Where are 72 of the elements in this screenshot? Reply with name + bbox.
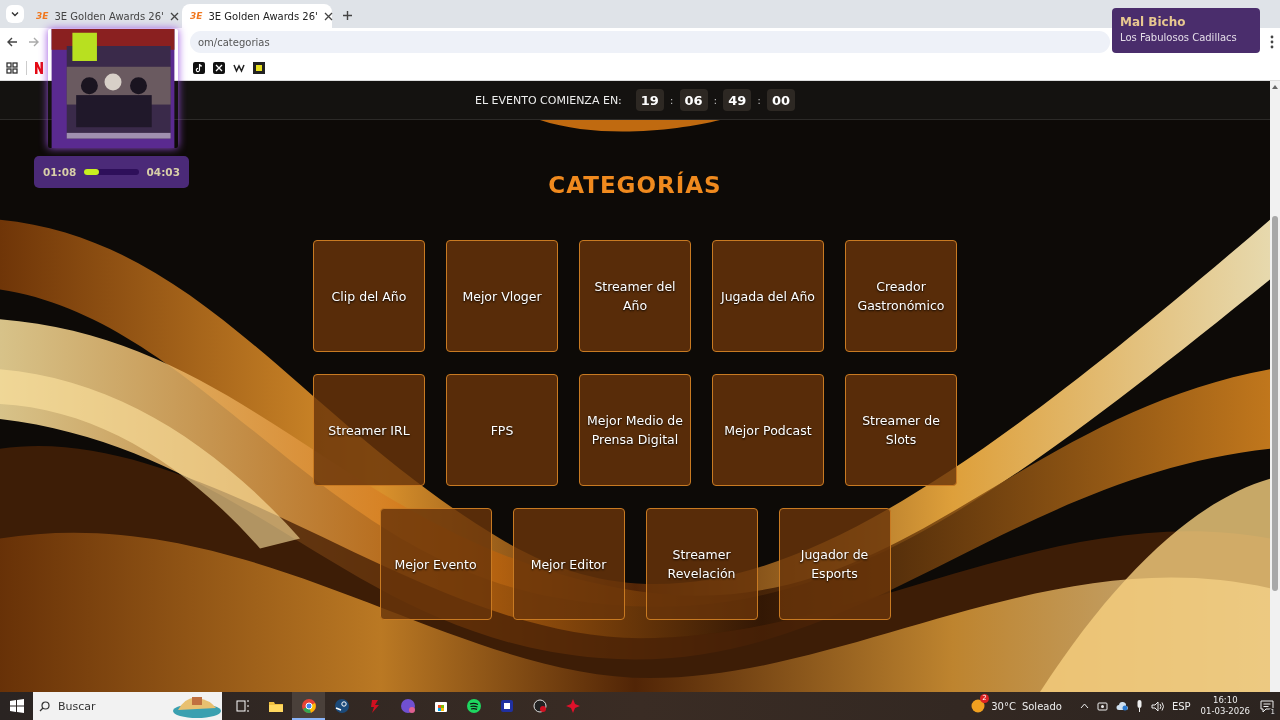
time-separator: : <box>757 93 761 107</box>
chevron-up-icon[interactable] <box>1079 703 1089 709</box>
scrollbar-thumb[interactable] <box>1272 216 1278 591</box>
apps-grid-icon[interactable] <box>6 62 18 74</box>
category-card[interactable]: Streamer Revelación <box>645 508 758 620</box>
tab-favicon: 3E <box>36 11 49 21</box>
category-card[interactable]: Creador Gastronómico <box>845 240 957 352</box>
elapsed-time: 01:08 <box>43 166 77 178</box>
category-card[interactable]: Clip del Año <box>313 240 425 352</box>
store-icon <box>433 699 448 713</box>
square-bookmark-icon[interactable] <box>253 62 265 74</box>
camera-icon[interactable] <box>1096 700 1108 712</box>
countdown-label: EL EVENTO COMIENZA EN: <box>475 93 622 107</box>
notification-icon[interactable] <box>1260 699 1274 713</box>
progress-track[interactable] <box>84 169 139 175</box>
bookmark-icon[interactable] <box>35 62 43 74</box>
language-indicator[interactable]: ESP <box>1171 700 1191 712</box>
launcher-icon <box>499 699 514 713</box>
address-bar[interactable]: om/categorias <box>190 31 1110 53</box>
artist-name: Los Fabulosos Cadillacs <box>1120 32 1238 43</box>
time-separator: : <box>713 93 718 107</box>
category-card[interactable]: Jugador de Esports <box>778 508 891 620</box>
note-bookmark-icon[interactable] <box>193 62 205 74</box>
category-card[interactable]: Mejor Vloger <box>446 240 558 352</box>
countdown-digits: 00 <box>767 89 795 111</box>
chevron-down-icon <box>10 9 20 19</box>
star-icon <box>565 699 580 713</box>
weather-condition: Soleado <box>1021 700 1062 712</box>
new-tab-icon[interactable] <box>342 10 353 21</box>
category-card[interactable]: Mejor Evento <box>379 508 492 620</box>
browser-tab[interactable]: 3E 3E Golden Awards 26' <box>182 4 332 28</box>
browser-tab[interactable]: 3E 3E Golden Awards 26' <box>28 4 178 28</box>
record-icon <box>532 699 547 713</box>
search-field[interactable]: Buscar <box>33 692 222 720</box>
island-drawing <box>172 694 222 718</box>
time-separator: : <box>669 93 674 107</box>
close-icon[interactable] <box>169 11 179 21</box>
tab-favicon: 3E <box>190 11 203 21</box>
countdown-digits: 06 <box>679 89 708 111</box>
microphone-icon[interactable] <box>1135 700 1143 712</box>
countdown-digits: 19 <box>635 89 664 111</box>
browser-icon <box>301 699 316 713</box>
folder-icon <box>268 699 283 713</box>
scroll-up-icon[interactable] <box>1271 84 1279 90</box>
countdown-digits: 49 <box>723 89 752 111</box>
category-card[interactable]: Mejor Editor <box>512 508 625 620</box>
category-card[interactable]: Streamer del Año <box>579 240 691 352</box>
category-card[interactable]: Mejor Podcast <box>712 374 824 486</box>
search-icon <box>39 700 50 712</box>
tab-search-button[interactable] <box>6 5 24 23</box>
category-card[interactable]: Streamer IRL <box>313 374 425 486</box>
duration-time: 04:03 <box>146 166 180 178</box>
song-title: Mal Bicho <box>1120 15 1187 29</box>
task-view-icon <box>235 699 250 713</box>
category-card[interactable]: FPS <box>446 374 558 486</box>
speaker-icon[interactable] <box>1150 700 1164 712</box>
wave-bookmark-icon[interactable] <box>233 62 245 74</box>
cross-bookmark-icon[interactable] <box>213 62 225 74</box>
clock[interactable]: 16:10 01-03-2026 <box>1200 695 1250 717</box>
temperature: 30°C <box>991 700 1016 712</box>
category-card[interactable]: Jugada del Año <box>712 240 824 352</box>
cloud-icon[interactable] <box>1115 701 1128 711</box>
menu-icon[interactable] <box>1270 35 1274 49</box>
windows-logo-icon <box>9 699 24 713</box>
category-card[interactable]: Mejor Medio de Prensa Digital <box>579 374 691 486</box>
music-icon <box>466 699 481 713</box>
browser-button[interactable] <box>292 692 325 720</box>
back-arrow-icon[interactable] <box>6 36 18 48</box>
sun-icon[interactable] <box>971 699 986 713</box>
close-icon[interactable] <box>323 11 333 21</box>
page-heading: CATEGORÍAS <box>548 172 722 198</box>
category-card[interactable]: Streamer de Slots <box>845 374 957 486</box>
